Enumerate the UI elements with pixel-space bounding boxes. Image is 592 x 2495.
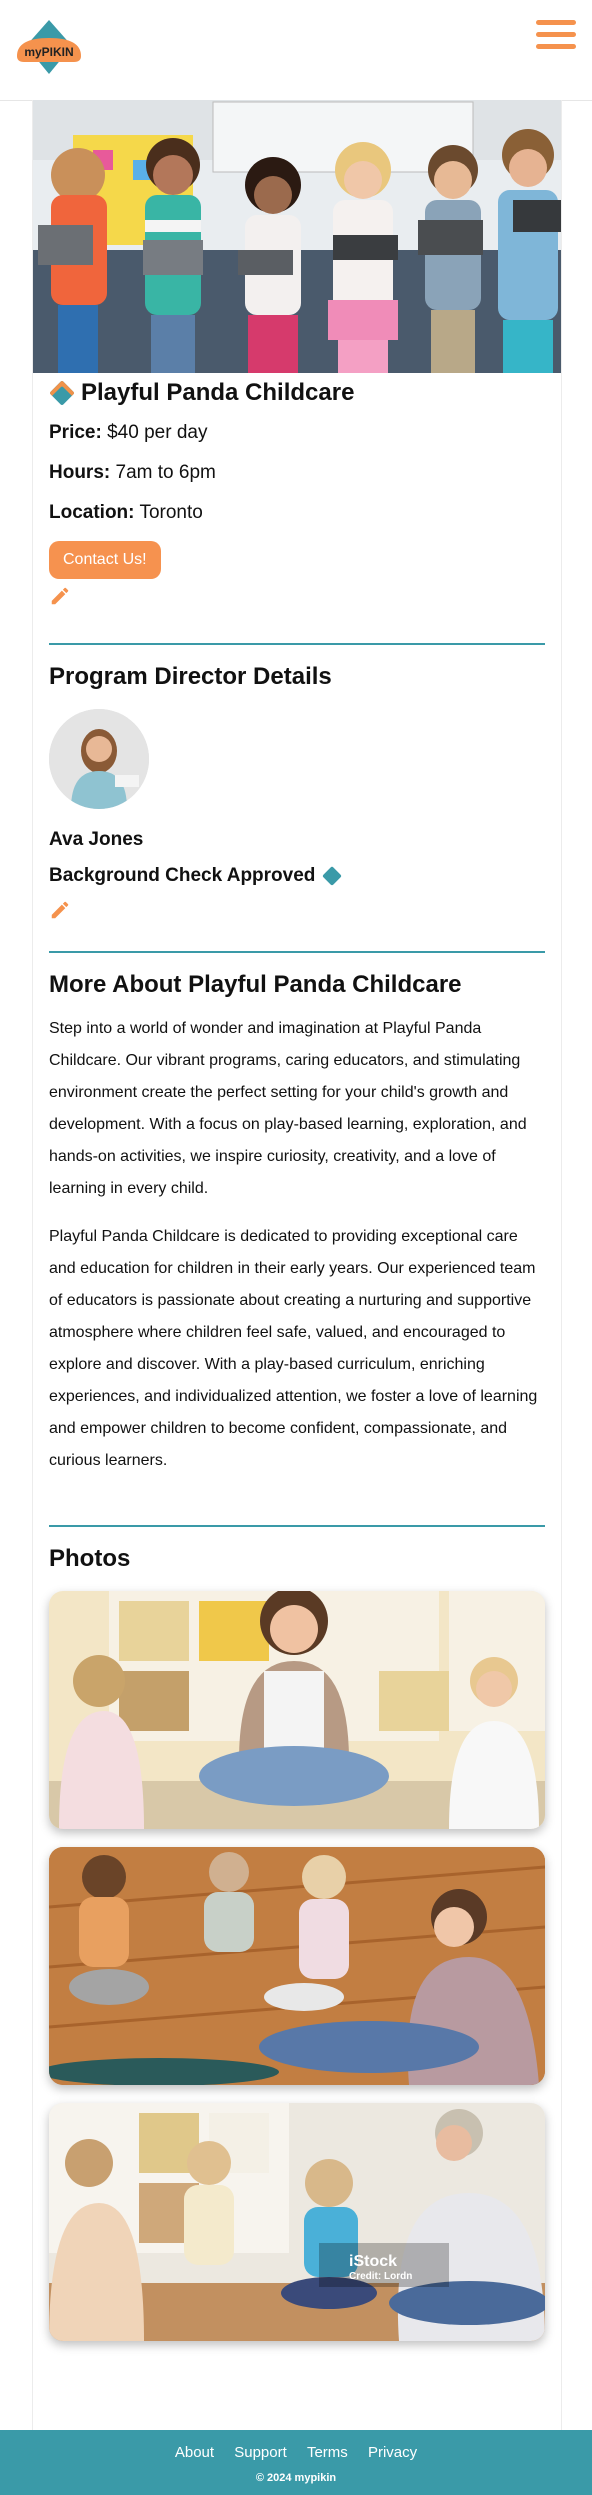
istock-watermark: iStock Credit: Lordn	[349, 2253, 413, 2282]
hours-row: Hours: 7am to 6pm	[49, 453, 545, 493]
background-check-label: Background Check Approved	[49, 865, 316, 886]
about-paragraph: Playful Panda Childcare is dedicated to …	[49, 1228, 538, 1469]
price-row: Price: $40 per day	[49, 413, 545, 453]
footer-link-about[interactable]: About	[175, 2444, 214, 2461]
site-footer: About Support Terms Privacy © 2024 mypik…	[0, 2430, 592, 2495]
copyright-text: © 2024 mypikin	[255, 2472, 337, 2484]
contact-us-button[interactable]: Contact Us!	[49, 541, 161, 579]
price-label: Price:	[49, 422, 102, 443]
footer-link-privacy[interactable]: Privacy	[368, 2444, 417, 2461]
hero-image-children-with-tablets	[33, 100, 561, 373]
background-check-status: Background Check Approved	[49, 865, 545, 887]
director-name: Ava Jones	[49, 829, 144, 850]
pencil-icon[interactable]	[49, 585, 71, 607]
gallery-photo[interactable]	[49, 1847, 545, 2085]
listing-content: Playful Panda Childcare Price: $40 per d…	[49, 373, 545, 2341]
gallery-photo[interactable]	[49, 1591, 545, 1829]
about-paragraph: Step into a world of wonder and imaginat…	[49, 1020, 527, 1197]
hours-label: Hours:	[49, 462, 111, 483]
site-header: myPIKIN	[0, 0, 592, 101]
gallery-photo[interactable]: iStock Credit: Lordn	[49, 2103, 545, 2341]
location-value: Toronto	[139, 502, 203, 523]
location-label: Location:	[49, 502, 135, 523]
hamburger-menu-icon[interactable]	[536, 20, 576, 56]
svg-text:myPIKIN: myPIKIN	[24, 45, 73, 59]
director-heading: Program Director Details	[49, 663, 332, 690]
hours-value: 7am to 6pm	[115, 462, 216, 483]
footer-link-support[interactable]: Support	[234, 2444, 287, 2461]
watermark-credit: Credit: Lordn	[349, 2271, 413, 2282]
listing-title: Playful Panda Childcare	[81, 379, 355, 406]
mypikin-logo[interactable]: myPIKIN	[14, 18, 84, 78]
verified-diamond-icon	[322, 866, 343, 886]
photos-heading: Photos	[49, 1545, 131, 1572]
pencil-icon[interactable]	[49, 899, 71, 921]
listing-card: Playful Panda Childcare Price: $40 per d…	[32, 100, 562, 2430]
price-value: $40 per day	[107, 422, 208, 443]
diamond-icon	[49, 380, 75, 406]
location-row: Location: Toronto	[49, 493, 545, 533]
director-avatar	[49, 709, 149, 809]
footer-links: About Support Terms Privacy	[0, 2444, 592, 2461]
about-heading: More About Playful Panda Childcare	[49, 971, 462, 998]
footer-link-terms[interactable]: Terms	[307, 2444, 348, 2461]
